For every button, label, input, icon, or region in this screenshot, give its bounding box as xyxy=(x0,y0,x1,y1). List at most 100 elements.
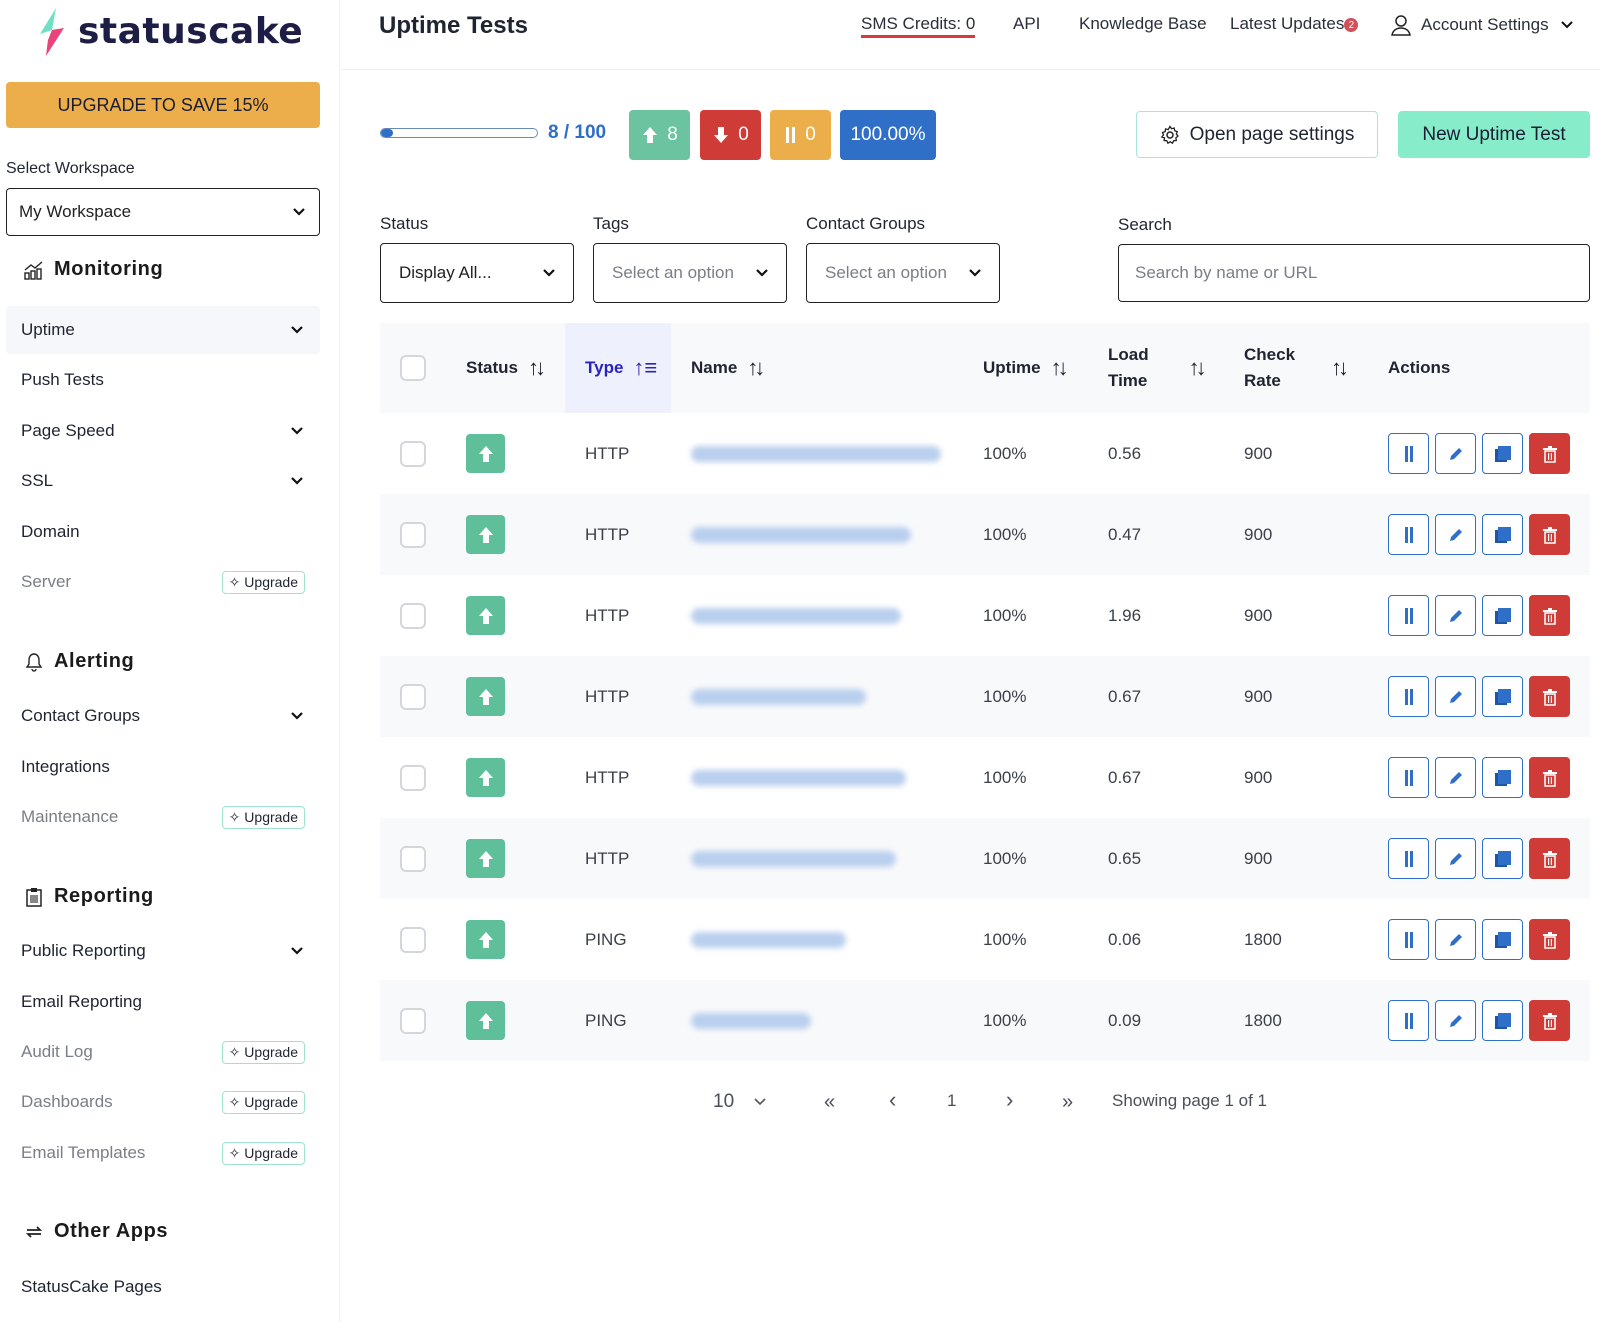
edit-button[interactable] xyxy=(1435,595,1476,636)
workspace-select[interactable]: My Workspace xyxy=(6,188,320,236)
col-load-time[interactable]: Load Time ↑↓ xyxy=(1108,323,1207,413)
copy-button[interactable] xyxy=(1482,919,1523,960)
name-cell[interactable] xyxy=(691,656,866,737)
sidebar-item-public-reporting[interactable]: Public Reporting xyxy=(6,927,320,975)
paused-count-badge[interactable]: 0 xyxy=(770,110,831,160)
test-name-link[interactable] xyxy=(691,607,901,624)
test-name-link[interactable] xyxy=(691,850,896,867)
sidebar-item-page-speed[interactable]: Page Speed xyxy=(6,407,320,455)
copy-button[interactable] xyxy=(1482,1000,1523,1041)
edit-button[interactable] xyxy=(1435,919,1476,960)
upgrade-badge[interactable]: ✧ Upgrade xyxy=(221,1141,305,1165)
pause-button[interactable] xyxy=(1388,919,1429,960)
row-checkbox[interactable] xyxy=(400,926,426,953)
sidebar-item-uptime[interactable]: Uptime xyxy=(6,306,320,354)
name-cell[interactable] xyxy=(691,818,896,899)
sidebar-item-contact-groups[interactable]: Contact Groups xyxy=(6,692,320,740)
api-link[interactable]: API xyxy=(1013,14,1040,34)
sidebar-item-audit-log[interactable]: Audit Log ✧ Upgrade xyxy=(6,1028,320,1076)
knowledge-base-link[interactable]: Knowledge Base xyxy=(1079,14,1207,34)
test-name-link[interactable] xyxy=(691,1012,811,1029)
sidebar-item-maintenance[interactable]: Maintenance ✧ Upgrade xyxy=(6,793,320,841)
pause-button[interactable] xyxy=(1388,676,1429,717)
edit-button[interactable] xyxy=(1435,433,1476,474)
row-checkbox[interactable] xyxy=(400,1007,426,1034)
contact-groups-filter-select[interactable]: Select an option xyxy=(806,243,1000,303)
test-name-link[interactable] xyxy=(691,445,941,462)
delete-button[interactable] xyxy=(1529,433,1570,474)
open-page-settings-button[interactable]: Open page settings xyxy=(1136,111,1378,158)
latest-updates-link[interactable]: Latest Updates 2 xyxy=(1230,14,1359,34)
row-checkbox[interactable] xyxy=(400,683,426,710)
edit-button[interactable] xyxy=(1435,1000,1476,1041)
sidebar-item-dashboards[interactable]: Dashboards ✧ Upgrade xyxy=(6,1078,320,1126)
pause-button[interactable] xyxy=(1388,514,1429,555)
sms-credits-link[interactable]: SMS Credits: 0 xyxy=(861,14,976,38)
test-name-link[interactable] xyxy=(691,931,846,948)
edit-button[interactable] xyxy=(1435,757,1476,798)
delete-button[interactable] xyxy=(1529,838,1570,879)
prev-page-button[interactable]: ‹ xyxy=(889,1087,896,1113)
delete-button[interactable] xyxy=(1529,919,1570,960)
delete-button[interactable] xyxy=(1529,757,1570,798)
test-name-link[interactable] xyxy=(691,526,911,543)
up-count-badge[interactable]: 8 xyxy=(629,110,690,160)
page-size-select[interactable]: 10 xyxy=(713,1091,768,1113)
col-type[interactable]: Type ↑≡ xyxy=(565,323,671,413)
edit-button[interactable] xyxy=(1435,676,1476,717)
pause-button[interactable] xyxy=(1388,595,1429,636)
copy-button[interactable] xyxy=(1482,514,1523,555)
name-cell[interactable] xyxy=(691,980,811,1061)
copy-button[interactable] xyxy=(1482,757,1523,798)
name-cell[interactable] xyxy=(691,575,901,656)
next-page-button[interactable]: › xyxy=(1006,1087,1013,1113)
first-page-button[interactable]: « xyxy=(824,1091,835,1114)
status-filter-select[interactable]: Display All... xyxy=(380,243,574,303)
search-input[interactable] xyxy=(1118,244,1590,302)
down-count-badge[interactable]: 0 xyxy=(700,110,761,160)
test-name-link[interactable] xyxy=(691,769,906,786)
tags-filter-select[interactable]: Select an option xyxy=(593,243,787,303)
row-checkbox[interactable] xyxy=(400,602,426,629)
name-cell[interactable] xyxy=(691,899,846,980)
sidebar-item-email-reporting[interactable]: Email Reporting xyxy=(6,978,320,1026)
pause-button[interactable] xyxy=(1388,757,1429,798)
sidebar-item-server[interactable]: Server ✧ Upgrade xyxy=(6,558,320,606)
last-page-button[interactable]: » xyxy=(1062,1091,1073,1114)
copy-button[interactable] xyxy=(1482,838,1523,879)
upgrade-badge[interactable]: ✧ Upgrade xyxy=(221,805,305,829)
sidebar-item-statuscake-pages[interactable]: StatusCake Pages xyxy=(6,1263,320,1311)
copy-button[interactable] xyxy=(1482,676,1523,717)
sidebar-item-push-tests[interactable]: Push Tests xyxy=(6,356,320,404)
row-checkbox[interactable] xyxy=(400,845,426,872)
upgrade-badge[interactable]: ✧ Upgrade xyxy=(221,1040,305,1064)
col-status[interactable]: Status ↑↓ xyxy=(466,323,546,413)
new-uptime-test-button[interactable]: New Uptime Test xyxy=(1398,111,1590,158)
sidebar-item-domain[interactable]: Domain xyxy=(6,508,320,556)
current-page[interactable]: 1 xyxy=(947,1091,956,1111)
sidebar-item-integrations[interactable]: Integrations xyxy=(6,743,320,791)
test-name-link[interactable] xyxy=(691,688,866,705)
pause-button[interactable] xyxy=(1388,433,1429,474)
pause-button[interactable] xyxy=(1388,838,1429,879)
col-uptime[interactable]: Uptime ↑↓ xyxy=(983,323,1069,413)
name-cell[interactable] xyxy=(691,413,941,494)
delete-button[interactable] xyxy=(1529,514,1570,555)
col-name[interactable]: Name ↑↓ xyxy=(691,323,765,413)
row-checkbox[interactable] xyxy=(400,521,426,548)
name-cell[interactable] xyxy=(691,737,906,818)
edit-button[interactable] xyxy=(1435,514,1476,555)
delete-button[interactable] xyxy=(1529,676,1570,717)
logo[interactable]: statuscake xyxy=(32,6,303,56)
copy-button[interactable] xyxy=(1482,433,1523,474)
copy-button[interactable] xyxy=(1482,595,1523,636)
delete-button[interactable] xyxy=(1529,595,1570,636)
delete-button[interactable] xyxy=(1529,1000,1570,1041)
row-checkbox[interactable] xyxy=(400,440,426,467)
col-check-rate[interactable]: Check Rate ↑↓ xyxy=(1244,323,1349,413)
sidebar-item-email-templates[interactable]: Email Templates ✧ Upgrade xyxy=(6,1129,320,1177)
upgrade-badge[interactable]: ✧ Upgrade xyxy=(221,1090,305,1114)
edit-button[interactable] xyxy=(1435,838,1476,879)
upgrade-badge[interactable]: ✧ Upgrade xyxy=(221,570,305,594)
name-cell[interactable] xyxy=(691,494,911,575)
